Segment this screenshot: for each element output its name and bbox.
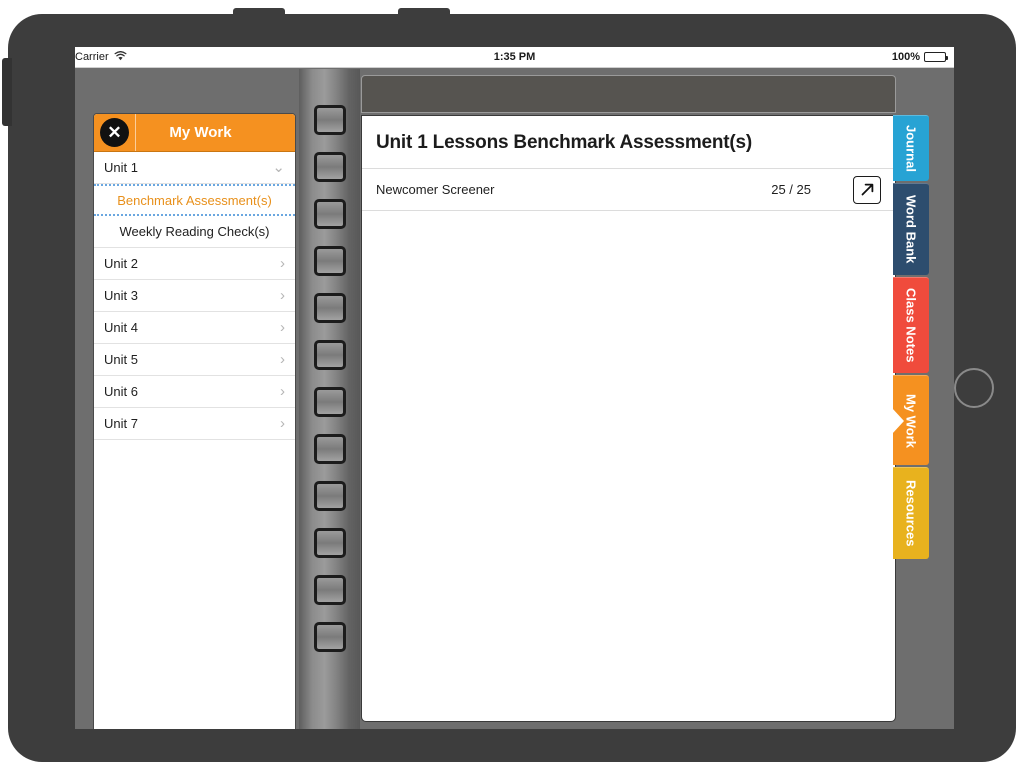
spiral-ring: [313, 105, 346, 135]
page-title: Unit 1 Lessons Benchmark Assessment(s): [362, 116, 895, 169]
sidebar-item-unit-2[interactable]: Unit 2 ›: [94, 248, 295, 280]
sidebar-item-label: Unit 7: [104, 416, 138, 431]
arrow-up-right-icon[interactable]: [853, 175, 881, 204]
sidebar-item-label: Unit 5: [104, 352, 138, 367]
battery-percent-label: 100%: [891, 51, 920, 63]
tab-journal[interactable]: Journal: [893, 115, 929, 181]
sidebar-item-unit-4[interactable]: Unit 4 ›: [94, 312, 295, 344]
tab-my-work[interactable]: My Work: [893, 375, 929, 465]
close-icon[interactable]: ✕: [100, 118, 129, 147]
spiral-ring: [313, 387, 346, 417]
content-area: Unit 1 Lessons Benchmark Assessment(s) N…: [361, 75, 896, 722]
chevron-right-icon: ›: [280, 383, 285, 400]
sidebar-item-unit-5[interactable]: Unit 5 ›: [94, 344, 295, 376]
sidebar-item-unit-7[interactable]: Unit 7 ›: [94, 408, 295, 440]
home-button[interactable]: [954, 368, 994, 408]
content-panel: Unit 1 Lessons Benchmark Assessment(s) N…: [361, 115, 896, 722]
status-bar-battery-group: 100%: [891, 51, 948, 63]
spiral-ring: [313, 246, 346, 276]
spiral-ring: [313, 293, 346, 323]
chevron-right-icon: ›: [280, 415, 285, 432]
sidebar-subitem-weekly-reading-check-s[interactable]: Weekly Reading Check(s): [94, 216, 295, 248]
chevron-right-icon: ›: [280, 255, 285, 272]
sidebar-item-unit-3[interactable]: Unit 3 ›: [94, 280, 295, 312]
status-bar-time: 1:35 PM: [493, 51, 536, 63]
section-tab-rail: Journal Word Bank Class Notes My Work Resour…: [893, 115, 929, 561]
chevron-right-icon: ›: [280, 351, 285, 368]
sidebar-item-label: Unit 2: [104, 256, 138, 271]
sidebar-item-label: Unit 3: [104, 288, 138, 303]
chevron-right-icon: ›: [280, 287, 285, 304]
power-side-button[interactable]: [2, 58, 12, 126]
chevron-down-icon: ⌄: [272, 159, 285, 176]
spiral-ring: [313, 152, 346, 182]
assessment-name: Newcomer Screener: [376, 182, 495, 197]
unit-list[interactable]: Unit 1 ⌄ Benchmark Assessment(s) Weekly Rea…: [94, 152, 295, 729]
sidebar-item-label: Unit 6: [104, 384, 138, 399]
chevron-right-icon: ›: [280, 319, 285, 336]
spiral-ring: [313, 622, 346, 652]
spiral-ring: [313, 528, 346, 558]
sidebar-header: ✕ My Work: [94, 114, 295, 152]
spiral-ring: [313, 481, 346, 511]
sidebar-subitem-benchmark-assessment-s[interactable]: Benchmark Assessment(s): [94, 184, 295, 216]
spiral-ring: [313, 199, 346, 229]
battery-icon: [924, 52, 948, 62]
tab-class-notes[interactable]: Class Notes: [893, 277, 929, 373]
volume-up-button[interactable]: [233, 8, 285, 20]
spiral-ring: [313, 434, 346, 464]
content-toolbar: [361, 75, 896, 113]
my-work-sidebar-panel: ✕ My Work Unit 1 ⌄ Benchmark Assessment(s)…: [93, 113, 296, 729]
tab-word-bank[interactable]: Word Bank: [893, 183, 929, 275]
sidebar-item-unit-1[interactable]: Unit 1 ⌄: [94, 152, 295, 184]
ipad-device-frame: Carrier 1:35 PM 100% ✕ My Work Unit 1 ⌄ …: [2, 8, 1016, 762]
sidebar-item-unit-6[interactable]: Unit 6 ›: [94, 376, 295, 408]
volume-down-button[interactable]: [398, 8, 450, 20]
header-divider: [135, 114, 136, 151]
assessment-score: 25 / 25: [771, 182, 811, 197]
sidebar-item-label: Unit 4: [104, 320, 138, 335]
spiral-ring: [313, 575, 346, 605]
spiral-binding: [299, 69, 360, 729]
spiral-ring: [313, 340, 346, 370]
sidebar-item-label: Unit 1: [104, 160, 138, 175]
notebook-workspace: ✕ My Work Unit 1 ⌄ Benchmark Assessment(s)…: [75, 69, 954, 729]
ipad-screen: Carrier 1:35 PM 100% ✕ My Work Unit 1 ⌄ …: [75, 47, 954, 729]
tab-resources[interactable]: Resources: [893, 467, 929, 559]
assessment-row: Newcomer Screener 25 / 25: [362, 169, 895, 211]
status-bar: Carrier 1:35 PM 100%: [75, 47, 954, 68]
assessment-list: Newcomer Screener 25 / 25: [362, 169, 895, 211]
